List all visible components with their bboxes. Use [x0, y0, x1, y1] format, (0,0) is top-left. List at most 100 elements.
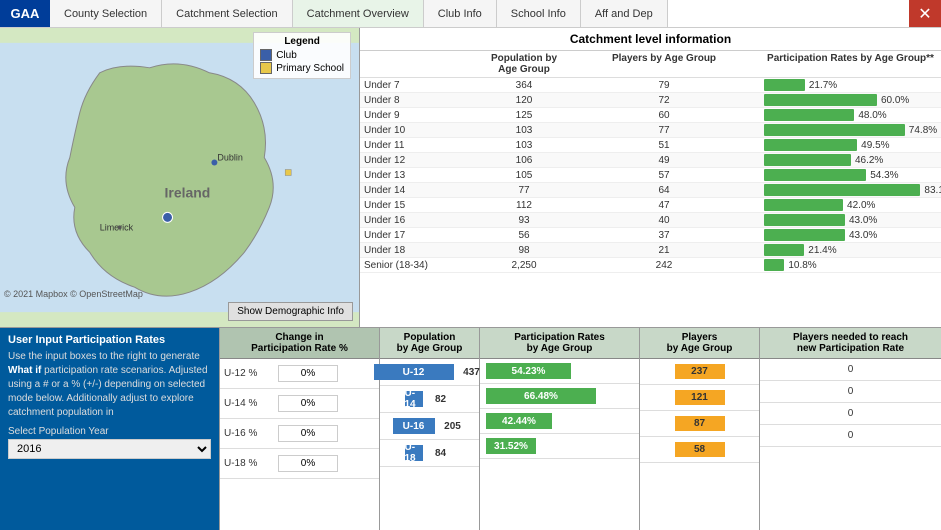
pop-bar: U-16: [393, 418, 435, 434]
svg-text:Ireland: Ireland: [165, 184, 211, 200]
participation-input[interactable]: [278, 455, 338, 472]
input-row-label: U-12 %: [224, 368, 274, 379]
pop-value: 120: [484, 95, 564, 106]
bottom-section: User Input Participation Rates Use the i…: [0, 328, 941, 530]
pop-row: U-18 84: [380, 440, 479, 467]
catchment-row: Under 7 364 79 21.7%: [360, 78, 941, 93]
rate-label: 42.0%: [847, 200, 883, 211]
rate-bar: [764, 244, 804, 256]
pop-col-header: Populationby Age Group: [380, 328, 479, 359]
players-value: 49: [564, 155, 764, 166]
change-input-row: U-16 %: [220, 419, 379, 449]
pop-value: 93: [484, 215, 564, 226]
pop-bar-label: U-16: [403, 421, 425, 432]
rate-bar: [764, 94, 877, 106]
pop-row: U-12 437: [380, 359, 479, 386]
players-value: 60: [564, 110, 764, 121]
pop-value: 56: [484, 230, 564, 241]
tab-catchment-overview[interactable]: Catchment Overview: [293, 0, 424, 27]
needed-value: 0: [848, 430, 854, 441]
map-panel: Legend Club Primary School Ireland: [0, 28, 360, 327]
part-bar-value: 31.52%: [494, 441, 528, 452]
tab-aff-dep[interactable]: Aff and Dep: [581, 0, 668, 27]
age-label: Under 18: [364, 245, 484, 256]
pop-bar-value: 205: [439, 421, 467, 432]
pop-bar: U-18: [405, 445, 423, 461]
legend-item-school: Primary School: [260, 62, 344, 74]
pop-row: U-16 205: [380, 413, 479, 440]
pop-value: 112: [484, 200, 564, 211]
rate-label: 43.0%: [849, 215, 885, 226]
age-label: Under 7: [364, 80, 484, 91]
rate-bar-cell: 83.1%: [764, 184, 941, 196]
change-input-row: U-12 %: [220, 359, 379, 389]
players-value: 51: [564, 140, 764, 151]
part-bar: 66.48%: [486, 388, 596, 404]
age-label: Under 10: [364, 125, 484, 136]
age-label: Under 16: [364, 215, 484, 226]
participation-input[interactable]: [278, 365, 338, 382]
change-inputs-table: Change inParticipation Rate % U-12 % U-1…: [220, 328, 380, 530]
needed-row: 0: [760, 425, 941, 447]
rate-bar: [764, 199, 843, 211]
needed-value: 0: [848, 386, 854, 397]
input-panel-title: User Input Participation Rates: [8, 334, 211, 346]
part-row: 54.23%: [480, 359, 639, 384]
players-value: 64: [564, 185, 764, 196]
rate-bar-cell: 46.2%: [764, 154, 937, 166]
needed-row: 0: [760, 359, 941, 381]
tab-catchment-selection[interactable]: Catchment Selection: [162, 0, 293, 27]
catchment-row: Under 8 120 72 60.0%: [360, 93, 941, 108]
rate-bar-cell: 21.4%: [764, 244, 937, 256]
change-inputs-header: Change inParticipation Rate %: [220, 328, 379, 359]
rate-bar: [764, 259, 784, 271]
svg-text:Dublin: Dublin: [217, 153, 242, 163]
rate-bar: [764, 124, 905, 136]
needed-value: 0: [848, 364, 854, 375]
participation-input[interactable]: [278, 425, 338, 442]
players-box: 121: [675, 390, 725, 405]
pop-value: 77: [484, 185, 564, 196]
rate-label: 54.3%: [870, 170, 906, 181]
map-legend: Legend Club Primary School: [253, 32, 351, 79]
col-players-header: Players by Age Group: [564, 53, 764, 75]
show-demographic-button[interactable]: Show Demographic Info: [228, 302, 353, 321]
players-value: 79: [564, 80, 764, 91]
rate-label: 74.8%: [909, 125, 941, 136]
rate-label: 46.2%: [855, 155, 891, 166]
close-button[interactable]: ✕: [909, 0, 941, 27]
change-input-row: U-18 %: [220, 449, 379, 479]
players-col-header: Playersby Age Group: [640, 328, 759, 359]
rate-bar: [764, 109, 854, 121]
year-select[interactable]: 2016: [8, 439, 211, 459]
legend-item-club: Club: [260, 49, 344, 61]
catchment-row: Under 12 106 49 46.2%: [360, 153, 941, 168]
rate-bar: [764, 184, 920, 196]
age-label: Under 9: [364, 110, 484, 121]
change-input-row: U-14 %: [220, 389, 379, 419]
tab-club-info[interactable]: Club Info: [424, 0, 497, 27]
legend-color-school: [260, 62, 272, 74]
rate-bar-cell: 54.3%: [764, 169, 937, 181]
input-panel-desc: Use the input boxes to the right to gene…: [8, 350, 211, 420]
rate-label: 43.0%: [849, 230, 885, 241]
catchment-row: Under 9 125 60 48.0%: [360, 108, 941, 123]
participation-input[interactable]: [278, 395, 338, 412]
rate-label: 10.8%: [788, 260, 824, 271]
input-row-label: U-18 %: [224, 458, 274, 469]
legend-label-school: Primary School: [276, 63, 344, 74]
rate-label: 21.4%: [808, 245, 844, 256]
rate-bar: [764, 229, 845, 241]
input-panel: User Input Participation Rates Use the i…: [0, 328, 220, 530]
players-value: 57: [564, 170, 764, 181]
players-row: 58: [640, 437, 759, 463]
gaa-logo: GAA: [0, 0, 50, 27]
header-nav: GAA County Selection Catchment Selection…: [0, 0, 941, 28]
needed-row: 0: [760, 381, 941, 403]
players-box: 237: [675, 364, 725, 379]
tab-county-selection[interactable]: County Selection: [50, 0, 162, 27]
input-row-label: U-16 %: [224, 428, 274, 439]
pop-bar-value: 84: [427, 448, 455, 459]
part-bar: 42.44%: [486, 413, 552, 429]
tab-school-info[interactable]: School Info: [497, 0, 581, 27]
